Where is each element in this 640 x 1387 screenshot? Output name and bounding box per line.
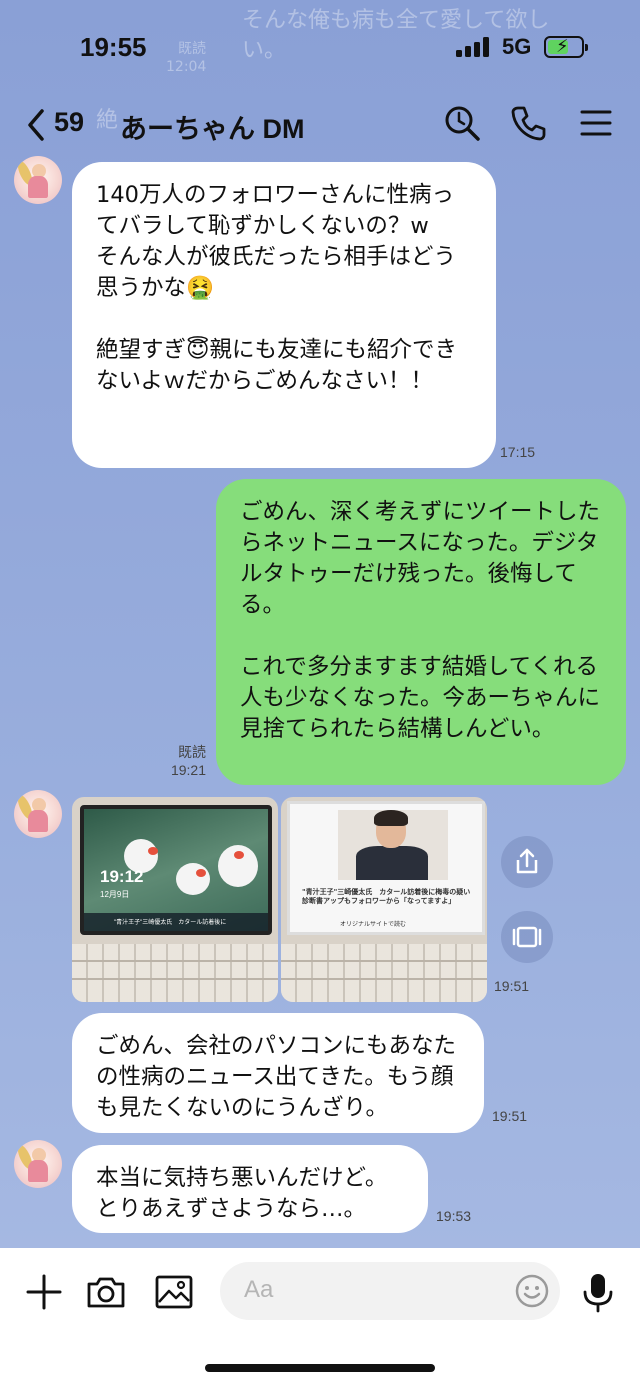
message-time: 19:53 (436, 1208, 472, 1224)
share-icon (516, 848, 538, 874)
read-receipt: 既読 (178, 744, 206, 760)
chat-header: 59 あーちゃん DM (0, 95, 640, 155)
photo-news-link: オリジナルサイトで読む (340, 921, 407, 928)
search-icon[interactable] (442, 103, 482, 143)
photo-date: 12月9日 (100, 890, 130, 899)
emoji-icon[interactable] (514, 1273, 550, 1309)
image-icon[interactable] (152, 1270, 196, 1314)
photo-news-headline: "青汁王子"三崎優太氏 カタール訪着後に梅毒の疑い 診断書アップもフォロワーから… (302, 888, 478, 905)
photo-news-screen[interactable]: "青汁王子"三崎優太氏 カタール訪着後に梅毒の疑い 診断書アップもフォロワーから… (281, 797, 487, 1002)
microphone-icon[interactable] (576, 1270, 620, 1314)
expand-icon (512, 926, 542, 948)
message-bubble[interactable]: 140万人のフォロワーさんに性病ってバラして恥ずかしくないの？w そんな人が彼氏… (72, 162, 496, 468)
expand-button[interactable] (501, 911, 553, 963)
network-label: 5G (502, 34, 532, 59)
share-button[interactable] (501, 836, 553, 888)
message-input[interactable]: Aa (220, 1262, 560, 1320)
status-bar: 19:55 5G ⚡ (0, 0, 640, 95)
message-time: 17:15 (500, 444, 536, 460)
status-time: 19:55 (80, 32, 147, 62)
menu-icon[interactable] (576, 103, 616, 143)
plus-icon[interactable] (22, 1270, 66, 1314)
input-placeholder: Aa (244, 1276, 274, 1303)
avatar[interactable] (14, 1140, 62, 1188)
signal-icon (456, 37, 492, 57)
chat-title: あーちゃん DM (120, 114, 305, 144)
camera-icon[interactable] (84, 1270, 128, 1314)
phone-icon[interactable] (508, 103, 548, 143)
photo-caption: "青汁王子"三崎優太氏 カタール訪着後に (114, 920, 227, 926)
message-time: 19:51 (492, 1108, 528, 1124)
keyboard-image (281, 944, 487, 1002)
battery-icon: ⚡ (544, 36, 588, 58)
avatar[interactable] (14, 790, 62, 838)
message-time: 19:51 (494, 978, 530, 994)
message-time: 19:21 (170, 762, 206, 778)
home-indicator[interactable] (205, 1364, 435, 1372)
photo-laptop-birds[interactable]: 19:12 12月9日 "青汁王子"三崎優太氏 カタール訪着後に (72, 797, 278, 1002)
input-bar: Aa (0, 1248, 640, 1387)
message-bubble[interactable]: ごめん、会社のパソコンにもあなたの性病のニュース出てきた。もう顔も見たくないのに… (72, 1013, 484, 1133)
avatar[interactable] (14, 156, 62, 204)
message-bubble[interactable]: ごめん、深く考えずにツイートしたらネットニュースになった。デジタルタトゥーだけ残… (216, 479, 626, 785)
photo-clock: 19:12 (100, 867, 144, 886)
unread-count[interactable]: 59 (54, 107, 84, 138)
keyboard-image (72, 944, 278, 1002)
message-bubble[interactable]: 本当に気持ち悪いんだけど。 とりあえずさようなら…。 (72, 1145, 428, 1233)
